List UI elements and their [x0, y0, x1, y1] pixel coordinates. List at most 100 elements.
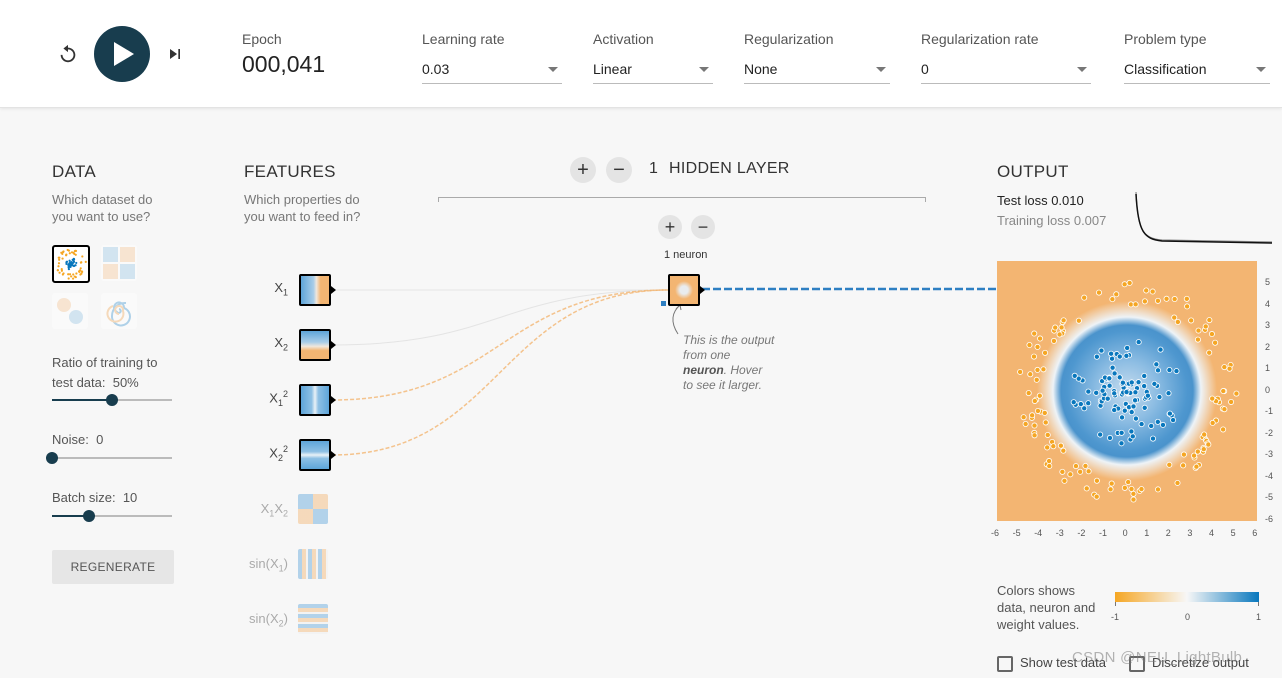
- data-point: [1138, 486, 1145, 493]
- feature-label-x2sq-sub: 2: [277, 452, 283, 463]
- data-point: [1141, 404, 1148, 411]
- data-point: [1171, 314, 1178, 321]
- feature-node-x2sq[interactable]: [299, 439, 331, 471]
- data-point: [1119, 414, 1126, 421]
- feature-label-x1sq: X12: [248, 389, 288, 408]
- data-point: [1141, 298, 1148, 305]
- data-point: [1209, 395, 1216, 402]
- callout-line4: to see it larger.: [683, 378, 762, 392]
- callout-line1: This is the output: [683, 333, 775, 347]
- link-x1sq[interactable]: [331, 289, 669, 401]
- legend-min: -1: [1111, 612, 1120, 622]
- training-loss-value: 0.007: [1073, 213, 1107, 228]
- data-point: [1208, 331, 1215, 338]
- feature-label-sinx2: sin(X2): [240, 611, 288, 629]
- y-tick-label: 3: [1265, 320, 1271, 330]
- callout-bold: neuron: [683, 363, 724, 377]
- data-point: [1085, 400, 1092, 407]
- feature-node-sinx2[interactable]: [298, 604, 328, 634]
- feature-label-x1-sub: 1: [282, 287, 288, 298]
- data-point: [1106, 375, 1113, 382]
- data-point: [1070, 399, 1077, 406]
- remove-neuron-button[interactable]: −: [691, 215, 715, 239]
- data-point: [1056, 331, 1063, 338]
- hidden-neuron[interactable]: [668, 274, 700, 306]
- data-point: [1042, 419, 1049, 426]
- add-layer-button[interactable]: +: [570, 157, 596, 183]
- feature-node-sinx1[interactable]: [298, 549, 328, 579]
- data-point: [1031, 422, 1038, 429]
- data-point: [1125, 479, 1132, 486]
- feature-x2-caret: [331, 341, 336, 349]
- data-point: [1108, 480, 1115, 487]
- data-point: [1188, 317, 1195, 324]
- link-x2[interactable]: [331, 289, 669, 346]
- data-point: [1184, 303, 1191, 310]
- layer-count: 1: [649, 160, 658, 177]
- data-point: [1149, 435, 1156, 442]
- feature-node-x1sq[interactable]: [299, 384, 331, 416]
- feature-label-sinx2-base: sin(X: [249, 611, 279, 626]
- feature-label-x1x2: X1X2: [248, 501, 288, 519]
- data-point: [1060, 317, 1067, 324]
- data-point: [1106, 382, 1113, 389]
- data-point: [1221, 364, 1228, 371]
- data-point: [1109, 355, 1116, 362]
- data-point: [1128, 379, 1135, 386]
- data-point: [1026, 342, 1033, 349]
- data-point: [1141, 383, 1148, 390]
- link-x2sq[interactable]: [331, 289, 669, 456]
- data-point: [1020, 414, 1027, 421]
- minus-icon: −: [697, 217, 709, 237]
- data-point: [1031, 330, 1038, 337]
- test-loss-label: Test loss: [997, 193, 1048, 208]
- feature-label-x2sq-sup: 2: [282, 444, 288, 454]
- feature-label-x2sq: X22: [248, 444, 288, 463]
- feature-node-x1x2[interactable]: [298, 494, 328, 524]
- data-point: [1130, 496, 1137, 503]
- hidden-neuron-caret: [700, 286, 705, 294]
- data-point: [1077, 401, 1084, 408]
- data-point: [1121, 484, 1128, 491]
- data-point: [1129, 433, 1136, 440]
- data-point: [1226, 365, 1233, 372]
- data-point: [1193, 463, 1200, 470]
- data-point: [1173, 368, 1180, 375]
- data-point: [1106, 434, 1113, 441]
- data-point: [1212, 339, 1219, 346]
- data-point: [1052, 324, 1059, 331]
- data-point: [1166, 461, 1173, 468]
- show-test-data-checkbox[interactable]: [997, 656, 1013, 672]
- data-point: [1132, 415, 1139, 422]
- neuron-callout: This is the output from one neuron. Hove…: [683, 333, 774, 393]
- data-point: [1132, 389, 1139, 396]
- data-point: [1135, 339, 1142, 346]
- training-loss: Training loss 0.007: [997, 213, 1106, 228]
- data-point: [1109, 364, 1116, 371]
- data-point: [1097, 431, 1104, 438]
- data-point: [1171, 296, 1178, 303]
- feature-label-sinx2-tail: ): [283, 611, 288, 626]
- add-neuron-button[interactable]: +: [658, 215, 682, 239]
- output-heatmap[interactable]: [997, 261, 1257, 521]
- x-tick-label: -3: [1055, 528, 1064, 538]
- remove-layer-button[interactable]: −: [606, 157, 632, 183]
- data-point: [1183, 295, 1190, 302]
- data-point: [1135, 379, 1142, 386]
- data-point: [1138, 421, 1145, 428]
- legend-max: 1: [1256, 612, 1262, 622]
- data-point: [1042, 349, 1049, 356]
- data-point: [1116, 353, 1123, 360]
- legend-mid: 0: [1185, 612, 1191, 622]
- data-point: [1046, 458, 1053, 465]
- x-tick-label: 4: [1209, 528, 1215, 538]
- feature-node-x2[interactable]: [299, 329, 331, 361]
- y-tick-label: 5: [1265, 277, 1271, 287]
- feature-node-x1[interactable]: [299, 274, 331, 306]
- data-point: [1036, 392, 1043, 399]
- data-point: [1050, 337, 1057, 344]
- feature-label-x1sq-base: X: [269, 390, 278, 406]
- callout-line3: . Hover: [723, 363, 763, 377]
- data-point: [1194, 336, 1201, 343]
- color-legend-ticks: [1115, 602, 1259, 606]
